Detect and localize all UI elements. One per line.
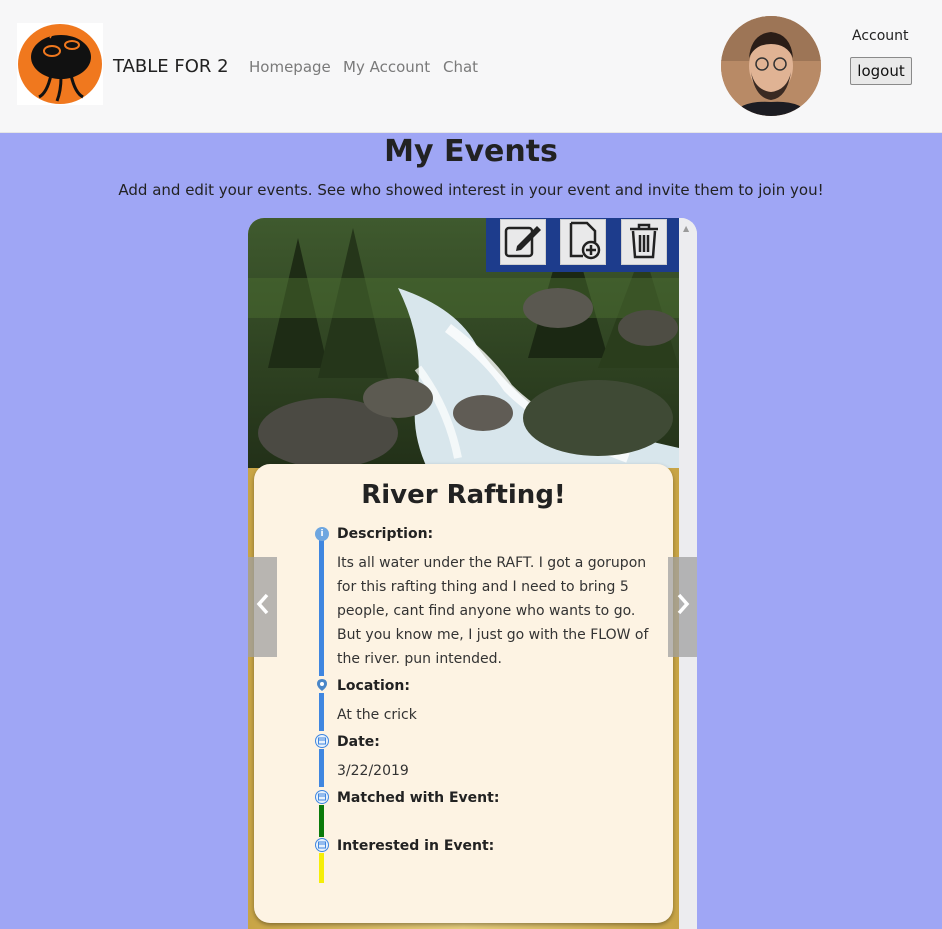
prev-event-button[interactable] [248,557,277,657]
interested-label: Interested in Event: [337,838,495,854]
add-document-button[interactable] [560,219,606,265]
avatar[interactable] [721,16,821,116]
edit-button[interactable] [500,219,546,265]
timeline-line-description [319,540,324,676]
account-label[interactable]: Account [852,28,909,44]
event-title: River Rafting! [361,480,566,510]
timeline-line-matched [319,805,324,837]
date-value: 3/22/2019 [337,763,409,779]
description-value: Its all water under the RAFT. I got a go… [337,555,649,667]
info-icon: i [315,527,329,541]
description-label: Description: [337,526,434,542]
timeline-line-interested [319,853,324,883]
brand-logo[interactable] [17,23,103,105]
nav-chat[interactable]: Chat [443,58,478,76]
chevron-right-icon [676,593,690,621]
page-subtitle: Add and edit your events. See who showed… [118,181,824,199]
matched-label: Matched with Event: [337,790,500,806]
nav-homepage[interactable]: Homepage [249,58,331,76]
edit-icon [503,220,543,264]
location-value: At the crick [337,707,417,723]
brand-name[interactable]: TABLE FOR 2 [113,56,229,77]
timeline-line-location [319,693,324,731]
calendar-icon [315,734,329,748]
add-document-icon [563,220,603,264]
delete-button[interactable] [621,219,667,265]
location-label: Location: [337,678,410,694]
calendar-icon [315,790,329,804]
timeline-line-date [319,749,324,787]
date-label: Date: [337,734,380,750]
chevron-left-icon [256,593,270,621]
logout-button[interactable]: logout [850,57,912,85]
trash-icon [624,220,664,264]
scroll-up-icon[interactable]: ▲ [683,224,689,233]
calendar-icon [315,838,329,852]
location-pin-icon [315,678,329,692]
next-event-button[interactable] [668,557,697,657]
nav-my-account[interactable]: My Account [343,58,430,76]
page-title: My Events [384,134,558,169]
navbar: TABLE FOR 2 Homepage My Account Chat Acc… [0,0,942,133]
